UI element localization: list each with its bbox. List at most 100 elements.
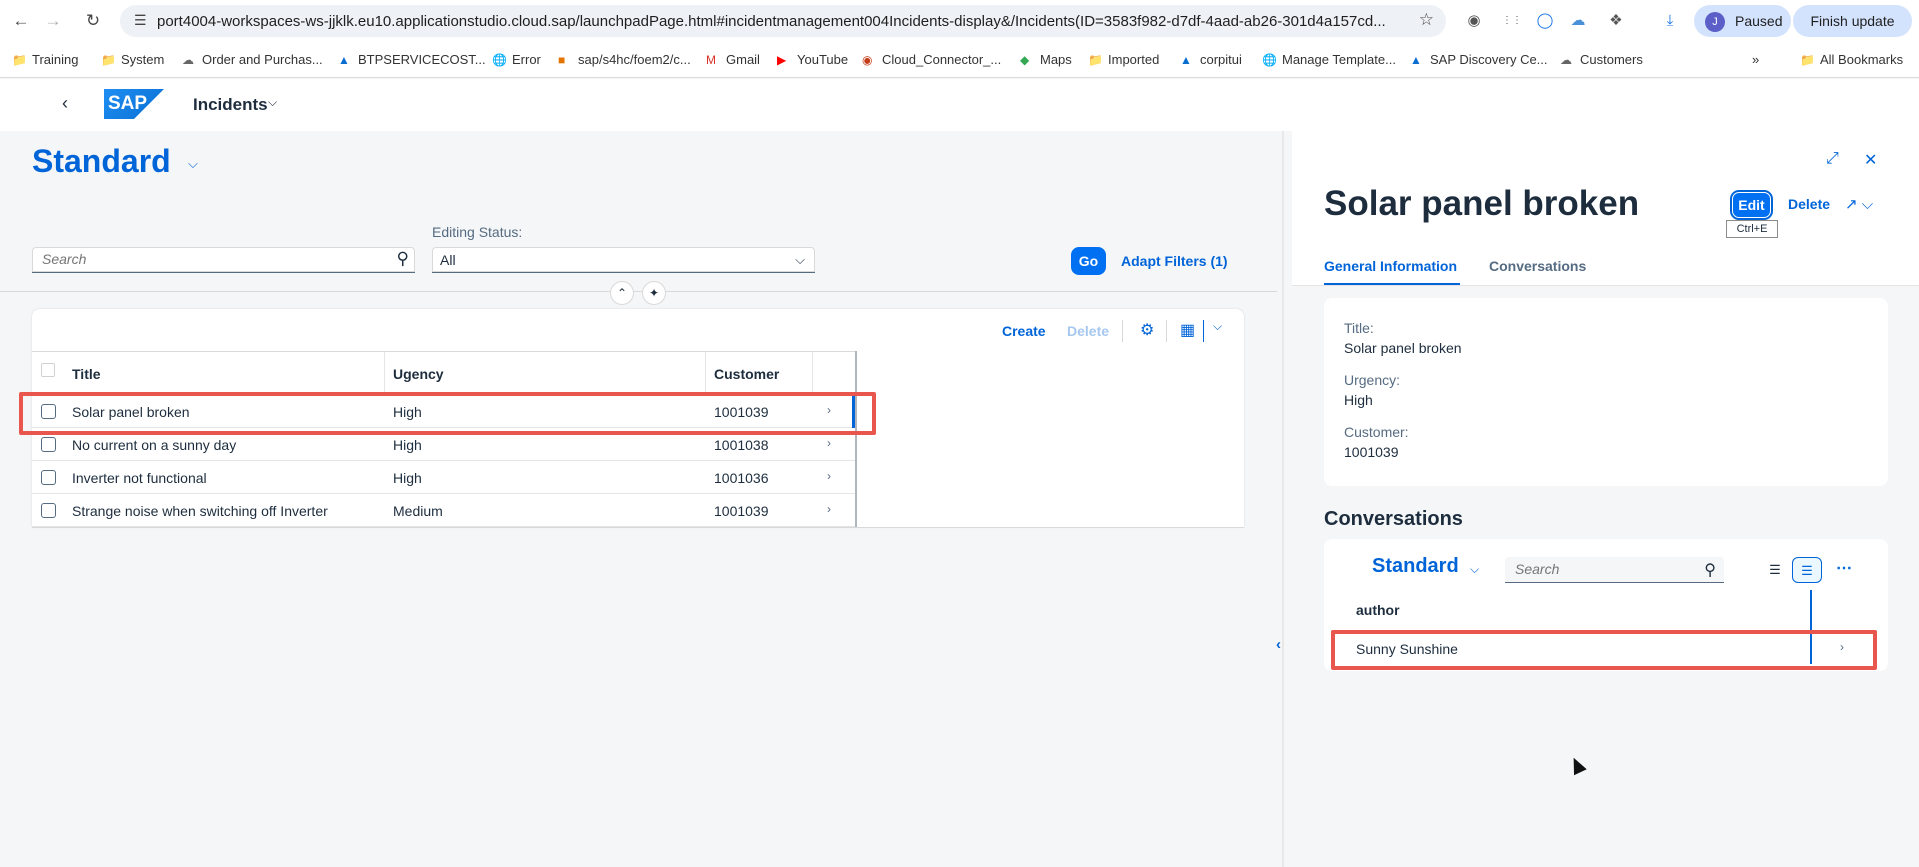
bookmark-item[interactable]: ▲ SAP Discovery Ce... — [1410, 52, 1548, 67]
close-icon[interactable]: ✕ — [1864, 150, 1877, 170]
general-information-card — [1324, 298, 1888, 486]
cell-customer: 1001039 — [714, 503, 769, 519]
search-input[interactable] — [42, 251, 372, 267]
toolbar-separator — [1122, 320, 1123, 342]
column-header-author[interactable]: author — [1356, 602, 1400, 618]
field-label-customer: Customer: — [1344, 424, 1409, 440]
url-text[interactable]: port4004-workspaces-ws-jjklk.eu10.applic… — [157, 13, 1402, 30]
bookmark-item[interactable]: ☁ Order and Purchas... — [182, 52, 323, 67]
bookmark-item[interactable]: 📁 Imported — [1088, 52, 1159, 67]
extension-dots-icon[interactable]: ⋮⋮ — [1500, 9, 1524, 33]
toolbar-separator — [1203, 320, 1204, 342]
table-row[interactable]: Strange noise when switching off Inverte… — [32, 494, 857, 527]
cell-title: Strange noise when switching off Inverte… — [72, 503, 328, 519]
chevron-down-icon[interactable]: ⌵ — [1213, 319, 1222, 334]
bookmark-item[interactable]: M Gmail — [706, 52, 760, 67]
pin-header-icon[interactable]: ✦ — [642, 281, 666, 305]
conversations-search-input[interactable] — [1515, 561, 1685, 577]
search-icon[interactable]: ⚲ — [1704, 560, 1716, 580]
table-row[interactable]: Inverter not functional High 1001036 › — [32, 461, 857, 494]
folder-icon: 📁 — [12, 53, 27, 67]
row-checkbox[interactable] — [41, 503, 56, 518]
delete-button[interactable]: Delete — [1067, 323, 1109, 339]
folder-icon: 📁 — [101, 53, 116, 67]
create-button[interactable]: Create — [1002, 323, 1046, 339]
youtube-icon: ▶ — [777, 53, 787, 67]
column-separator — [705, 352, 706, 396]
ppt-icon: ◉ — [862, 53, 873, 67]
row-navigation-icon[interactable]: › — [827, 469, 831, 483]
sort-icon[interactable]: ☰ — [1760, 557, 1790, 583]
address-bar[interactable]: ☰ port4004-workspaces-ws-jjklk.eu10.appl… — [120, 5, 1446, 37]
bookmark-item[interactable]: ☁ Customers — [1560, 52, 1643, 67]
more-bookmarks-icon[interactable]: » — [1752, 52, 1759, 67]
all-bookmarks[interactable]: 📁 All Bookmarks — [1800, 52, 1903, 67]
more-options-icon[interactable]: ⋯ — [1836, 558, 1852, 578]
flexible-column-divider[interactable] — [1282, 131, 1284, 867]
finish-update-button[interactable]: Finish update — [1793, 5, 1912, 37]
extension-ring-icon[interactable]: ◯ — [1533, 9, 1557, 33]
chevron-down-icon[interactable]: ⌵ — [795, 252, 805, 268]
bookmark-item[interactable]: 📁 System — [101, 52, 164, 67]
folder-icon: 📁 — [1088, 53, 1103, 67]
tab-general-information[interactable]: General Information — [1324, 258, 1457, 274]
field-value-urgency: High — [1344, 392, 1373, 408]
collapse-header-icon[interactable]: ⌃ — [610, 281, 634, 305]
reload-icon[interactable]: ↻ — [82, 10, 104, 32]
bookmark-item[interactable]: 🌐 Error — [492, 52, 541, 67]
chevron-down-icon[interactable]: ⌵ — [188, 156, 198, 172]
row-navigation-icon[interactable]: › — [827, 436, 831, 450]
bookmark-item[interactable]: 🌐 Manage Template... — [1262, 52, 1396, 67]
bookmark-item[interactable]: ▶ YouTube — [777, 52, 848, 67]
bookmark-item[interactable]: ▲ BTPSERVICECOST... — [338, 52, 486, 67]
select-all-checkbox[interactable] — [41, 363, 55, 377]
chevron-down-icon[interactable]: ⌵ — [268, 95, 277, 110]
object-delete-button[interactable]: Delete — [1788, 196, 1830, 212]
back-arrow-icon[interactable]: ← — [10, 10, 32, 32]
search-icon[interactable]: ⚲ — [397, 249, 409, 269]
page-icon: ■ — [558, 53, 566, 67]
site-info-icon[interactable]: ☰ — [134, 12, 147, 29]
variant-management-title[interactable]: Standard — [32, 143, 171, 180]
share-icon[interactable]: ↗ ⌵ — [1845, 195, 1873, 213]
conversations-variant-title[interactable]: Standard — [1372, 555, 1459, 578]
avatar: J — [1705, 12, 1725, 32]
export-spreadsheet-icon[interactable]: ▦ — [1180, 320, 1195, 340]
fullscreen-icon[interactable]: ⤢ — [1826, 150, 1839, 168]
bookmark-item[interactable]: ■ sap/s4hc/foem2/c... — [558, 52, 691, 67]
edit-button[interactable]: Edit — [1730, 190, 1773, 220]
adapt-filters-button[interactable]: Adapt Filters (1) — [1121, 253, 1228, 269]
bookmark-item[interactable]: 📁 Training — [12, 52, 78, 67]
group-icon[interactable]: ☰ — [1792, 557, 1822, 583]
search-field[interactable]: ⚲ — [32, 247, 415, 273]
cloud-icon: ☁ — [182, 53, 194, 67]
collapse-column-arrow-icon[interactable]: ‹ — [1276, 636, 1281, 653]
browser-chrome: ← → ↻ ☰ port4004-workspaces-ws-jjklk.eu1… — [0, 0, 1919, 78]
bookmark-item[interactable]: ◆ Maps — [1020, 52, 1072, 67]
go-button[interactable]: Go — [1071, 247, 1106, 275]
extension-turtle-icon[interactable]: ◉ — [1462, 9, 1486, 33]
extension-cloud-icon[interactable]: ☁ — [1566, 9, 1590, 33]
sap-logo[interactable]: SAP — [104, 89, 164, 119]
profile-button[interactable]: J Paused — [1694, 5, 1791, 37]
downloads-icon[interactable]: ⤓ — [1658, 9, 1682, 33]
row-navigation-icon[interactable]: › — [827, 502, 831, 516]
column-header-customer[interactable]: Customer — [714, 366, 779, 382]
extensions-puzzle-icon[interactable]: ❖ — [1604, 9, 1628, 33]
editing-status-label: Editing Status: — [432, 224, 523, 240]
row-checkbox[interactable] — [41, 470, 56, 485]
column-header-title[interactable]: Title — [72, 366, 101, 382]
app-title[interactable]: Incidents — [193, 95, 268, 115]
settings-gear-icon[interactable]: ⚙ — [1140, 320, 1154, 340]
bookmark-star-icon[interactable]: ☆ — [1419, 10, 1434, 30]
row-checkbox[interactable] — [41, 437, 56, 452]
chevron-down-icon[interactable]: ⌵ — [1470, 562, 1479, 577]
column-header-urgency[interactable]: Ugency — [393, 366, 444, 382]
bookmark-item[interactable]: ◉ Cloud_Connector_... — [862, 52, 1001, 67]
bookmark-item[interactable]: ▲ corpitui — [1180, 52, 1242, 67]
editing-status-select[interactable]: All ⌵ — [432, 247, 815, 273]
tab-conversations[interactable]: Conversations — [1489, 258, 1586, 274]
forward-arrow-icon[interactable]: → — [42, 10, 64, 32]
conversations-search-field[interactable]: ⚲ — [1505, 557, 1724, 583]
back-chevron-icon[interactable]: ‹ — [62, 93, 68, 114]
